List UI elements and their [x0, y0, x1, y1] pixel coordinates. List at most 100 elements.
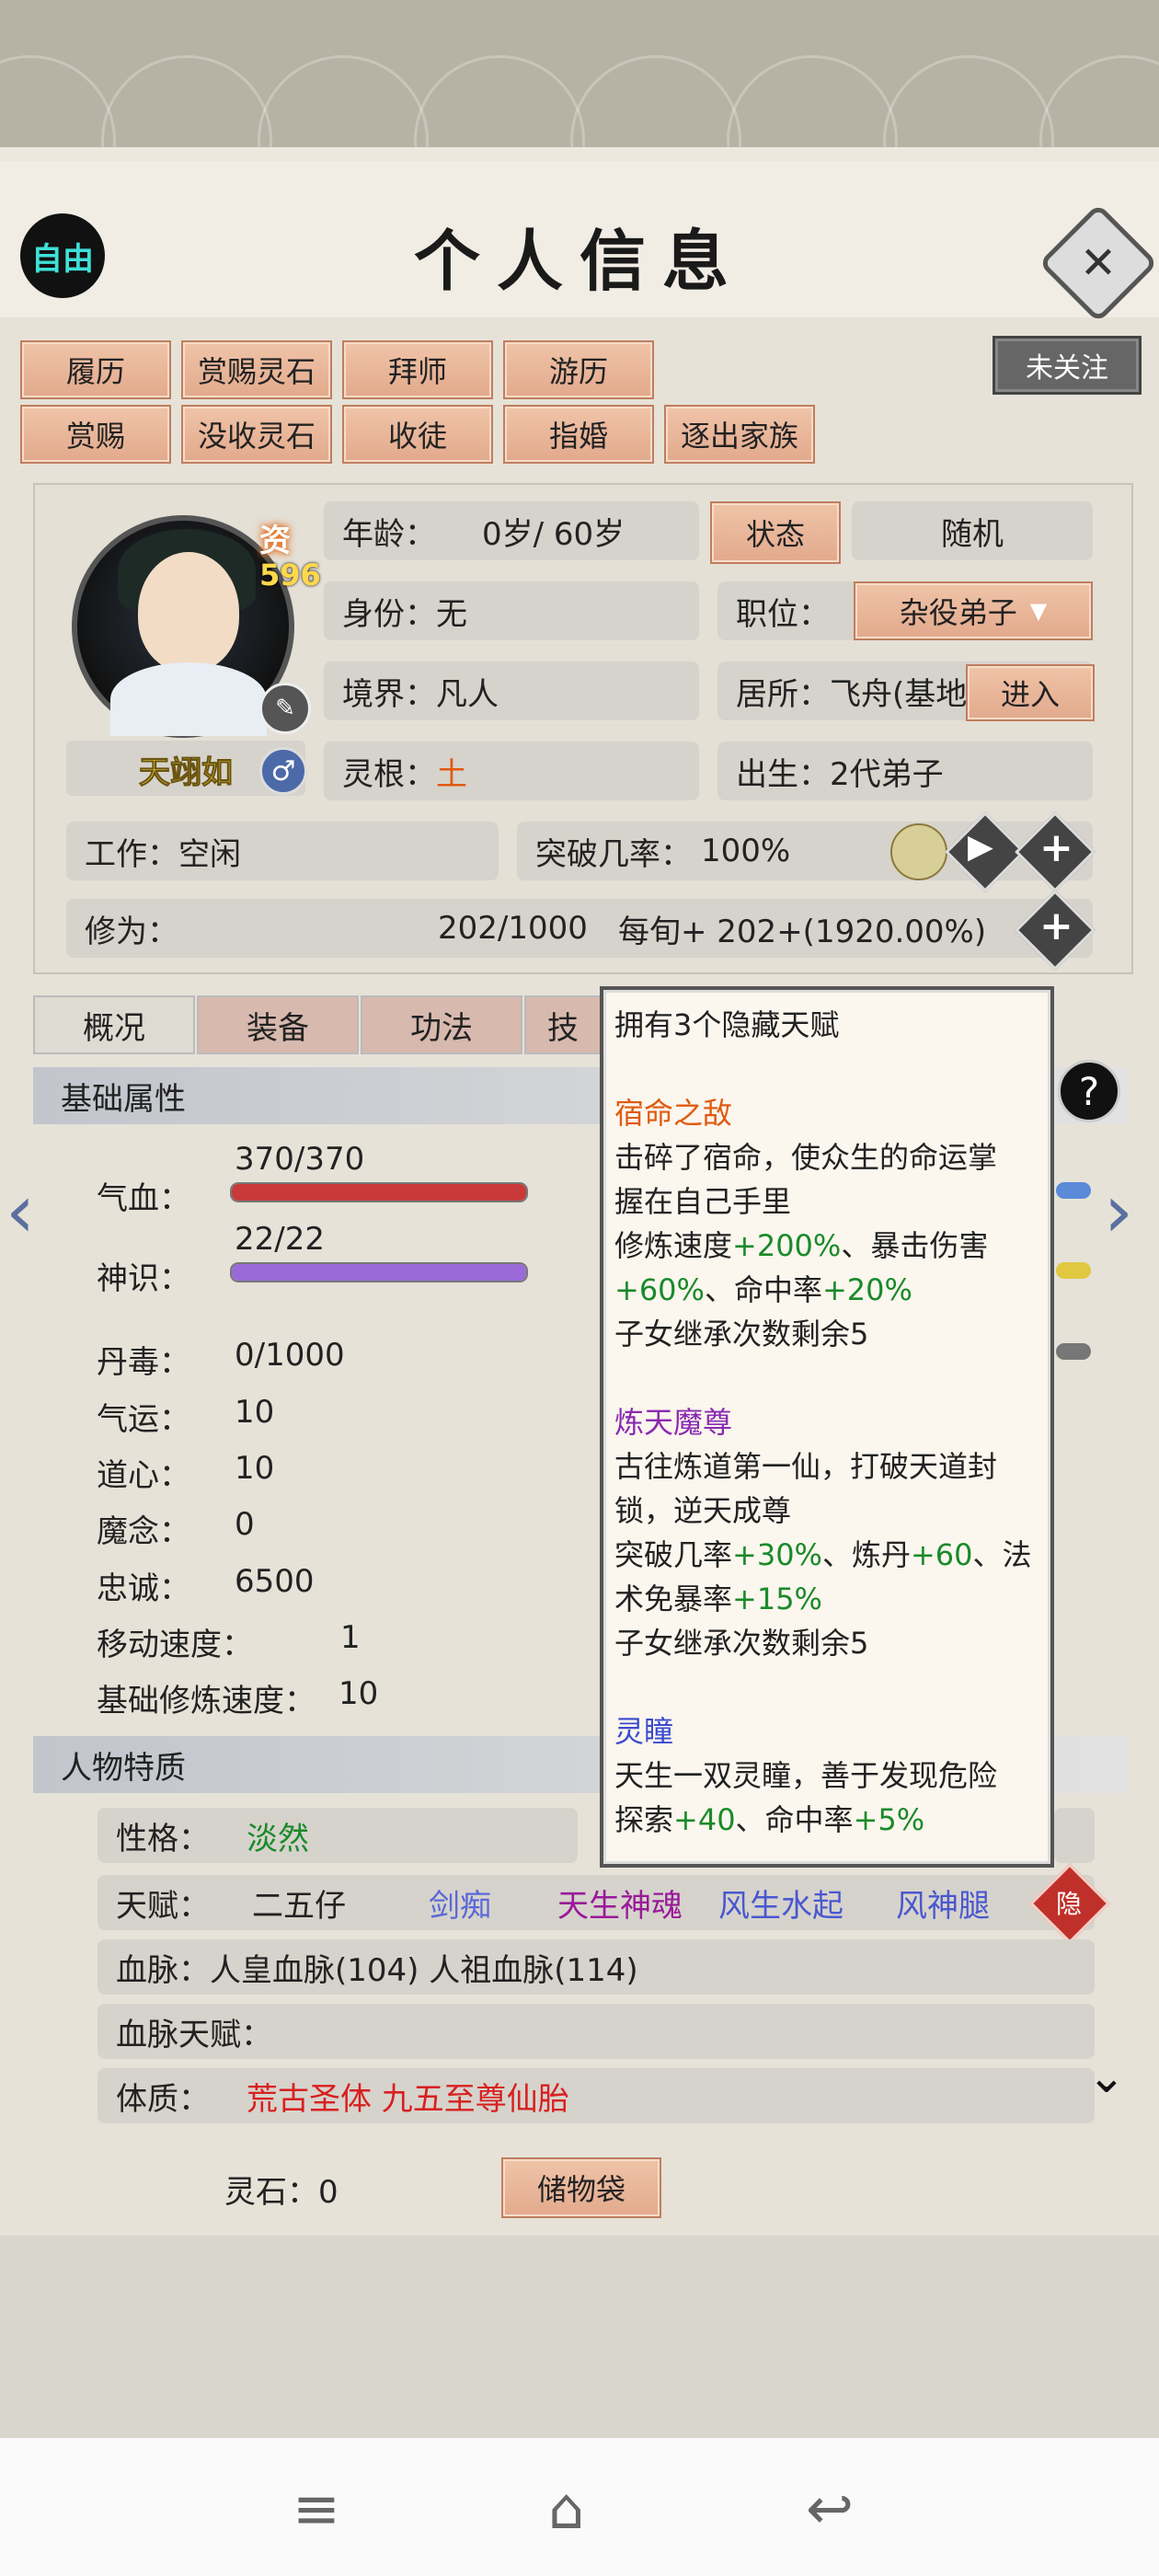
spirit-value: 22/22: [235, 1221, 325, 1258]
personality-label: 性格：: [116, 1820, 210, 1857]
attribute-value: 0/1000: [235, 1337, 345, 1374]
attribute-label: 移动速度：: [97, 1627, 253, 1663]
attribute-value: 6500: [235, 1563, 315, 1600]
home-icon[interactable]: ⌂: [548, 2475, 584, 2542]
attribute-label: 气运：: [97, 1401, 190, 1438]
cultivation-field: 修为： 202/1000 每旬+ 202+(1920.00%): [66, 899, 1093, 958]
talent-item[interactable]: 风神腿: [896, 1880, 990, 1926]
effect-value: +30%: [732, 1537, 822, 1572]
partial-bar-gray: [1056, 1343, 1091, 1360]
enter-button[interactable]: 进入: [966, 664, 1095, 721]
attribute-label: 丹毒：: [97, 1344, 190, 1381]
effect-text: 、命中率: [704, 1272, 822, 1307]
talent-effect: 术免暴率+15%: [614, 1577, 1039, 1621]
age-field: 年龄： 0岁/ 60岁: [324, 501, 699, 560]
edit-icon[interactable]: ✎: [259, 683, 311, 734]
resume-button[interactable]: 履历: [20, 340, 171, 399]
confiscate-stones-button[interactable]: 没收灵石: [181, 405, 332, 464]
tab-equipment[interactable]: 装备: [197, 995, 359, 1054]
residence-value: 飞舟(基地: [830, 675, 968, 713]
back-icon[interactable]: ↩: [806, 2475, 854, 2542]
avatar-face: [138, 552, 239, 672]
attribute-label: 魔念：: [97, 1513, 190, 1550]
partial-bar-yellow: [1056, 1262, 1091, 1279]
effect-text: 术免暴率: [614, 1581, 733, 1616]
realm-field: 境界： 凡人: [324, 661, 699, 720]
effect-text: 探索: [614, 1802, 674, 1837]
position-label: 职位：: [736, 595, 830, 633]
talent-effect: +60%、命中率+20%: [614, 1268, 1039, 1312]
cultivation-label: 修为：: [85, 913, 178, 950]
talent-desc: 握在自己手里: [614, 1184, 792, 1219]
talent-item[interactable]: 剑痴: [429, 1880, 491, 1926]
reward-stones-button[interactable]: 赏赐灵石: [181, 340, 332, 399]
tab-techniques[interactable]: 功法: [361, 995, 522, 1054]
talent-effect: 突破几率+30%、炼丹+60、法: [614, 1533, 1039, 1577]
chevron-down-icon: ▼: [1029, 598, 1048, 624]
physique-field: 体质： 荒古圣体 九五至尊仙胎: [98, 2068, 1095, 2123]
next-arrow-icon[interactable]: ›: [1104, 1168, 1133, 1254]
random-button[interactable]: 随机: [852, 501, 1093, 560]
tab-skills[interactable]: 技: [524, 995, 602, 1054]
help-icon[interactable]: ?: [1058, 1060, 1120, 1122]
plus-icon: +: [1039, 824, 1073, 871]
menu-icon[interactable]: ≡: [293, 2475, 340, 2542]
talent-name: 灵瞳: [614, 1714, 674, 1749]
talent-item[interactable]: 天生神魂: [557, 1880, 683, 1926]
talent-name: 宿命之敌: [614, 1096, 733, 1131]
position-value: 杂役弟子: [899, 595, 1017, 630]
identity-value: 无: [436, 595, 467, 633]
storage-bag-button[interactable]: 储物袋: [501, 2157, 661, 2218]
breakthrough-figure-icon[interactable]: [890, 823, 947, 880]
talent-item[interactable]: 风生水起: [718, 1880, 843, 1926]
attribute-value: 10: [235, 1450, 275, 1487]
play-arrow-icon: ▶: [968, 828, 993, 866]
effect-value: +200%: [732, 1228, 842, 1263]
attribute-value: 10: [235, 1394, 275, 1431]
status-button[interactable]: 状态: [710, 501, 841, 564]
talent-name: 炼天魔尊: [614, 1405, 733, 1440]
spirit-stones-count: 灵石：0: [224, 2174, 339, 2211]
scroll-down-icon[interactable]: ⌄: [1087, 2050, 1126, 2103]
talent-desc: 古往炼道第一仙，打破天道封: [614, 1449, 998, 1484]
reward-button[interactable]: 赏赐: [20, 405, 171, 464]
talent-item[interactable]: 二五仔: [252, 1880, 346, 1926]
talent-effect: 修炼速度+200%、暴击伤害: [614, 1224, 1039, 1268]
bloodline-label: 血脉：: [116, 1951, 210, 1989]
tab-overview[interactable]: 概况: [33, 995, 195, 1054]
effect-text: 、法: [972, 1537, 1032, 1572]
attribute-value: 0: [235, 1506, 255, 1543]
bloodline-talent-field: 血脉天赋：: [98, 2004, 1095, 2059]
previous-arrow-icon[interactable]: ‹: [6, 1168, 35, 1254]
top-decoration: [0, 0, 1159, 161]
bottom-background: [0, 2236, 1159, 2438]
cultivation-value: 202/1000: [438, 910, 588, 947]
identity-label: 身份：: [342, 595, 436, 633]
travel-button[interactable]: 游历: [503, 340, 654, 399]
effect-text: 、炼丹: [821, 1537, 911, 1572]
effect-value: +15%: [732, 1581, 822, 1616]
arrange-marriage-button[interactable]: 指婚: [503, 405, 654, 464]
effect-value: +60%: [614, 1272, 705, 1307]
bloodline-talent-label: 血脉天赋：: [116, 2016, 272, 2053]
avatar-body: [110, 662, 267, 736]
talent-inherit: 子女继承次数剩余5: [614, 1317, 869, 1351]
personality-field: 性格： 淡然: [98, 1808, 578, 1863]
hp-label: 气血：: [97, 1180, 190, 1217]
effect-text: 突破几率: [614, 1537, 733, 1572]
apprentice-button[interactable]: 拜师: [342, 340, 493, 399]
position-dropdown[interactable]: 杂役弟子 ▼: [854, 581, 1093, 640]
attribute-label: 忠诚：: [97, 1570, 190, 1607]
hp-value: 370/370: [235, 1141, 365, 1178]
close-icon[interactable]: ✕: [1056, 221, 1141, 305]
follow-button[interactable]: 未关注: [995, 339, 1139, 392]
take-disciple-button[interactable]: 收徒: [342, 405, 493, 464]
effect-text: 、命中率: [735, 1802, 854, 1837]
effect-value: +5%: [853, 1802, 925, 1837]
breakthrough-label: 突破几率：: [535, 835, 692, 873]
expel-button[interactable]: 逐出家族: [664, 405, 815, 464]
breakthrough-value: 100%: [701, 833, 791, 869]
effect-value: +40: [673, 1802, 736, 1837]
identity-field: 身份： 无: [324, 581, 699, 640]
talent-effect: 探索+40、命中率+5%: [614, 1798, 1039, 1842]
